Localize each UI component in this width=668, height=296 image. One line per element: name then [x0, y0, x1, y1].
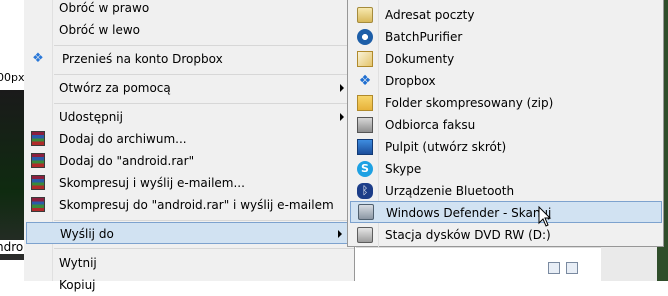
fax-icon: [357, 117, 373, 133]
menu-item-label: Folder skompresowany (zip): [385, 96, 554, 110]
menu-item-label: Adresat poczty: [385, 8, 475, 22]
menu-item-label: Dodaj do "android.rar": [59, 154, 195, 168]
menu-item-label: Odbiorca faksu: [385, 118, 476, 132]
menu-item-label: BatchPurifier: [385, 30, 463, 44]
menu-item-label: Urządzenie Bluetooth: [385, 184, 515, 198]
menu-item-label: Wytnij: [59, 256, 97, 270]
menu-item-label: Wyślij do: [60, 227, 114, 241]
context-menu: Obróć w prawo Obróć w lewo ❖ Przenieś na…: [24, 0, 355, 292]
send-to-submenu: Adresat poczty BatchPurifier Dokumenty ❖…: [347, 0, 664, 247]
menu-item-rotate-right[interactable]: Obróć w prawo: [24, 0, 354, 19]
submenu-arrow-icon: [338, 230, 342, 238]
menu-item-copy[interactable]: Kopiuj: [24, 274, 354, 296]
menu-item-open-with[interactable]: Otwórz za pomocą: [24, 77, 354, 99]
menu-item-label: Przenieś na konto Dropbox: [62, 52, 223, 66]
menu-item-label: Kopiuj: [59, 278, 96, 292]
android-file-label: ndroi: [0, 240, 27, 254]
menu-item-add-to-android-rar[interactable]: Dodaj do "android.rar": [24, 150, 354, 172]
menu-item-share[interactable]: Udostępnij: [24, 106, 354, 128]
mail-recipient-icon: [357, 7, 373, 23]
menu-item-label: Dodaj do archiwum...: [59, 132, 187, 146]
skype-icon: S: [357, 161, 373, 177]
send-to-dvd-drive[interactable]: Stacja dysków DVD RW (D:): [348, 224, 663, 246]
menu-separator: [54, 45, 354, 46]
send-to-fax-recipient[interactable]: Odbiorca faksu: [348, 114, 663, 136]
menu-item-label: Windows Defender - Skanuj: [386, 206, 552, 220]
dropbox-icon: ❖: [32, 51, 44, 66]
submenu-arrow-icon: [340, 84, 344, 92]
send-to-dropbox[interactable]: ❖ Dropbox: [348, 70, 663, 92]
thumbnail-size-label: 00px: [0, 71, 25, 84]
menu-separator: [54, 103, 354, 104]
send-to-skype[interactable]: S Skype: [348, 158, 663, 180]
send-to-bluetooth-device[interactable]: ᛒ Urządzenie Bluetooth: [348, 180, 663, 202]
menu-item-compress-to-android-rar-and-email[interactable]: Skompresuj do "android.rar" i wyślij e-m…: [24, 194, 354, 216]
winrar-icon: [31, 153, 45, 168]
menu-item-add-to-archive[interactable]: Dodaj do archiwum...: [24, 128, 354, 150]
send-to-zip-folder[interactable]: Folder skompresowany (zip): [348, 92, 663, 114]
documents-icon: [357, 51, 373, 67]
menu-item-label: Skompresuj i wyślij e-mailem...: [59, 176, 245, 190]
send-to-windows-defender-scan[interactable]: Windows Defender - Skanuj: [350, 201, 662, 223]
desktop-icon: [357, 139, 373, 155]
winrar-icon: [31, 131, 45, 146]
view-buttons: [548, 262, 594, 274]
menu-item-move-to-dropbox[interactable]: ❖ Przenieś na konto Dropbox: [24, 48, 354, 70]
menu-item-compress-and-email[interactable]: Skompresuj i wyślij e-mailem...: [24, 172, 354, 194]
menu-item-label: Stacja dysków DVD RW (D:): [385, 228, 551, 242]
menu-separator: [54, 220, 354, 221]
menu-item-label: Skype: [385, 162, 422, 176]
menu-item-send-to[interactable]: Wyślij do: [26, 222, 353, 244]
mouse-pointer-icon: [538, 206, 552, 227]
menu-item-rotate-left[interactable]: Obróć w lewo: [24, 19, 354, 41]
bluetooth-icon: ᛒ: [357, 183, 373, 199]
menu-item-label: Obróć w lewo: [59, 23, 140, 37]
dvd-drive-icon: [357, 227, 373, 243]
zip-folder-icon: [357, 95, 373, 111]
winrar-icon: [31, 197, 45, 212]
menu-item-label: Obróć w prawo: [59, 1, 150, 15]
menu-item-label: Skompresuj do "android.rar" i wyślij e-m…: [59, 198, 334, 212]
submenu-arrow-icon: [340, 113, 344, 121]
winrar-icon: [31, 175, 45, 190]
windows-defender-icon: [358, 204, 374, 220]
send-to-mail-recipient[interactable]: Adresat poczty: [348, 4, 663, 26]
batchpurifier-icon: [357, 29, 373, 45]
menu-item-label: Udostępnij: [59, 110, 123, 124]
send-to-desktop-shortcut[interactable]: Pulpit (utwórz skrót): [348, 136, 663, 158]
menu-item-cut[interactable]: Wytnij: [24, 252, 354, 274]
large-icons-view-icon[interactable]: [566, 262, 578, 274]
menu-item-label: Dropbox: [385, 74, 436, 88]
menu-item-label: Pulpit (utwórz skrót): [385, 140, 507, 154]
send-to-batchpurifier[interactable]: BatchPurifier: [348, 26, 663, 48]
menu-separator: [54, 74, 354, 75]
android-thumbnail[interactable]: [0, 90, 24, 260]
menu-item-label: Dokumenty: [385, 52, 455, 66]
details-view-icon[interactable]: [548, 262, 560, 274]
dropbox-icon: ❖: [358, 73, 372, 89]
send-to-documents[interactable]: Dokumenty: [348, 48, 663, 70]
menu-item-label: Otwórz za pomocą: [59, 81, 171, 95]
menu-separator: [54, 248, 354, 249]
